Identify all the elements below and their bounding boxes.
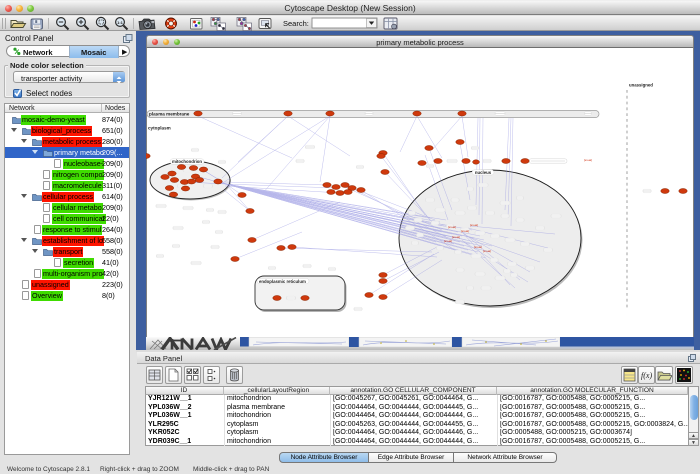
svg-text:mitochondrion: mitochondrion <box>172 159 202 164</box>
svg-text:[un-as]: [un-as] <box>483 249 491 253</box>
svg-text:[un-as]: [un-as] <box>470 223 478 227</box>
svg-text:plasma membrane: plasma membrane <box>149 112 190 117</box>
svg-text:endoplasmic reticulum: endoplasmic reticulum <box>259 279 306 284</box>
svg-text:f(x): f(x) <box>641 371 652 380</box>
svg-text:[un-as]: [un-as] <box>448 225 456 229</box>
svg-text:1:1: 1:1 <box>117 20 124 25</box>
svg-text:[un-as]: [un-as] <box>444 239 452 243</box>
svg-text:nucleus: nucleus <box>475 170 492 175</box>
svg-text:[un-as]: [un-as] <box>474 245 482 249</box>
svg-text:[un-as]: [un-as] <box>584 158 592 162</box>
svg-text:[un-as]: [un-as] <box>452 235 460 239</box>
svg-text:cytoplasm: cytoplasm <box>148 126 171 131</box>
svg-text:unassigned: unassigned <box>629 83 653 88</box>
svg-text:[un-as]: [un-as] <box>461 229 469 233</box>
svg-text:Search:: Search: <box>283 19 309 28</box>
